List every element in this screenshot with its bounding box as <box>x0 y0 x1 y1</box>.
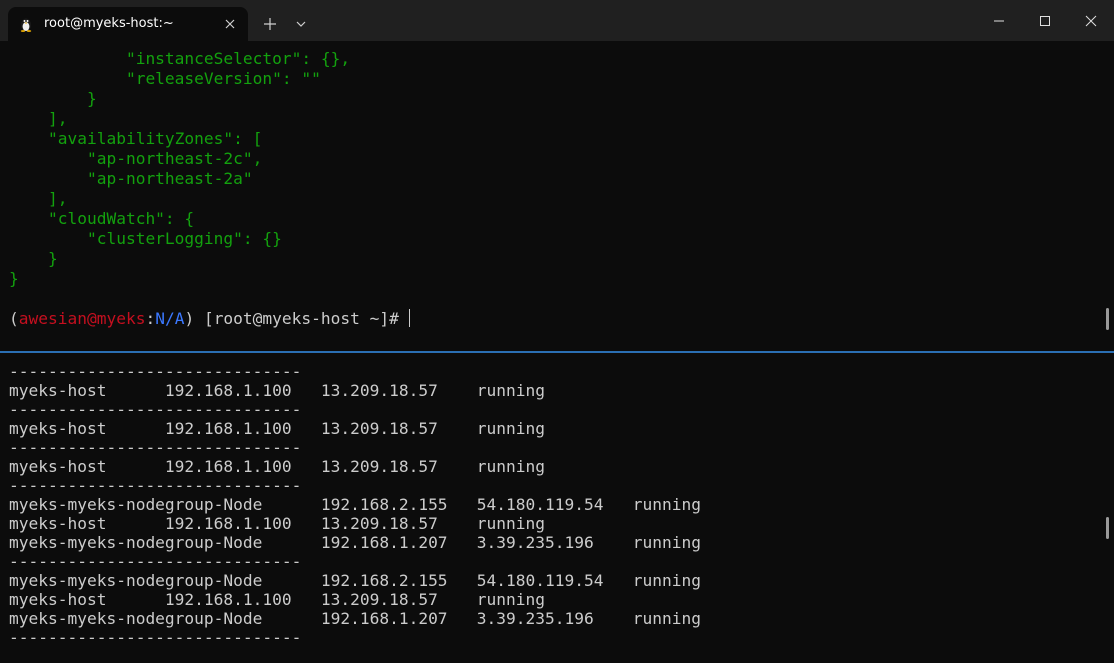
output-line: "availabilityZones": [ <box>9 129 263 148</box>
output-line: "clusterLogging": {} <box>9 229 282 248</box>
output-line: ------------------------------ <box>9 400 302 419</box>
terminal-pane-top[interactable]: "instanceSelector": {}, "releaseVersion"… <box>0 41 1114 351</box>
scrollbar-thumb-bottom[interactable] <box>1106 517 1109 539</box>
output-line: myeks-host 192.168.1.100 13.209.18.57 ru… <box>9 590 546 609</box>
maximize-button[interactable] <box>1021 0 1067 41</box>
output-line: "instanceSelector": {}, <box>9 49 351 68</box>
output-line: myeks-myeks-nodegroup-Node 192.168.1.207… <box>9 609 701 628</box>
chevron-down-icon[interactable] <box>291 14 311 34</box>
terminal-pane-bottom[interactable]: ------------------------------ myeks-hos… <box>0 353 1114 663</box>
output-line: myeks-host 192.168.1.100 13.209.18.57 ru… <box>9 381 546 400</box>
output-line: } <box>9 269 19 288</box>
close-icon <box>1085 15 1097 27</box>
prompt-namespace: N/A <box>155 309 185 328</box>
output-line: myeks-myeks-nodegroup-Node 192.168.1.207… <box>9 533 701 552</box>
output-line: "releaseVersion": "" <box>9 69 321 88</box>
output-line: myeks-host 192.168.1.100 13.209.18.57 ru… <box>9 419 546 438</box>
terminal-window: root@myeks-host:~ "instanceSelector": {}… <box>0 0 1114 663</box>
text-cursor <box>408 309 410 327</box>
output-line: myeks-host 192.168.1.100 13.209.18.57 ru… <box>9 514 546 533</box>
prompt-colon: : <box>145 309 156 328</box>
output-line: "ap-northeast-2a" <box>9 169 253 188</box>
output-line: ------------------------------ <box>9 628 302 647</box>
tab-root-myeks-host[interactable]: root@myeks-host:~ <box>8 7 248 41</box>
scrollbar-thumb-top[interactable] <box>1106 308 1109 330</box>
close-window-button[interactable] <box>1067 0 1113 41</box>
minimize-icon <box>994 20 1004 22</box>
output-line: ------------------------------ <box>9 438 302 457</box>
output-line: ------------------------------ <box>9 362 302 381</box>
output-line: ------------------------------ <box>9 552 302 571</box>
output-line: "cloudWatch": { <box>9 209 195 228</box>
output-line: } <box>9 89 97 108</box>
maximize-icon <box>1040 16 1050 26</box>
output-line: ], <box>9 189 68 208</box>
output-line: } <box>9 249 58 268</box>
output-line: ------------------------------ <box>9 476 302 495</box>
output-line: myeks-myeks-nodegroup-Node 192.168.2.155… <box>9 571 701 590</box>
tab-close-icon[interactable] <box>222 16 238 32</box>
output-line: myeks-host 192.168.1.100 13.209.18.57 ru… <box>9 457 546 476</box>
title-bar: root@myeks-host:~ <box>0 0 1114 41</box>
shell-prompt[interactable]: (awesian@myeks:N/A) [root@myeks-host ~]# <box>9 309 410 329</box>
prompt-user-host: ) [root@myeks-host ~]# <box>184 309 409 328</box>
minimize-button[interactable] <box>975 0 1021 41</box>
linux-penguin-icon <box>18 16 34 32</box>
new-tab-plus-icon[interactable] <box>260 14 280 34</box>
prompt-open-paren: ( <box>9 309 19 328</box>
prompt-kube-context: awesian@myeks <box>18 309 146 328</box>
tab-title: root@myeks-host:~ <box>44 16 174 31</box>
output-line: "ap-northeast-2c", <box>9 149 263 168</box>
output-line: myeks-myeks-nodegroup-Node 192.168.2.155… <box>9 495 701 514</box>
output-line: ], <box>9 109 68 128</box>
